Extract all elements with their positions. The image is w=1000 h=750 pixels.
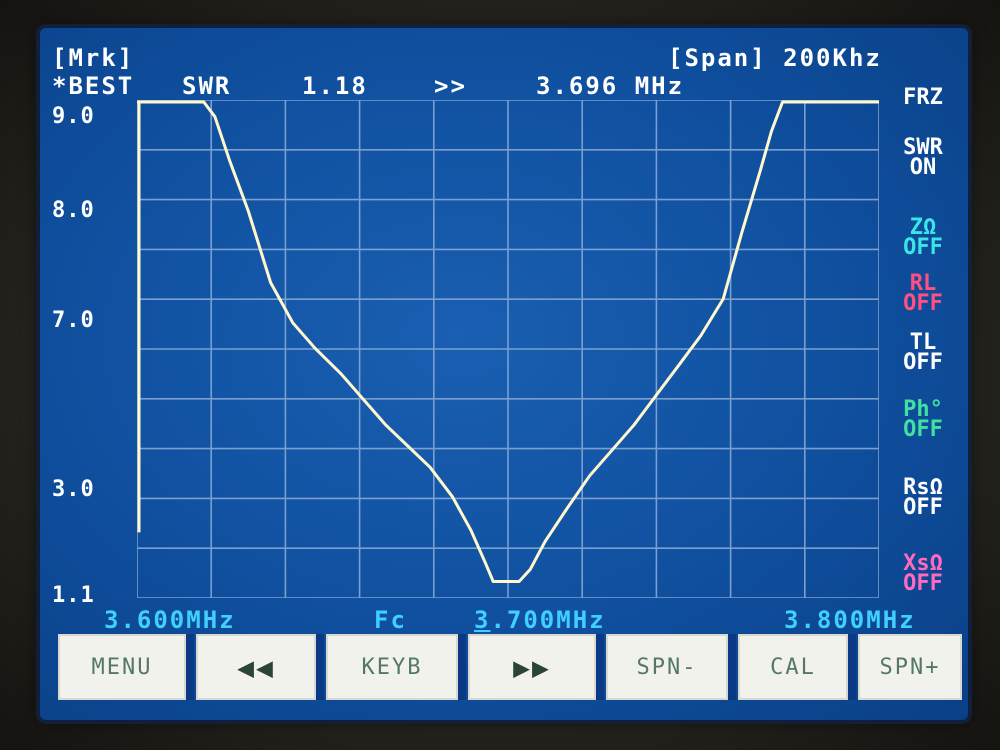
keyboard-button[interactable]: KEYB	[326, 634, 458, 700]
best-frequency: 3.696 MHz	[536, 72, 685, 100]
side-menu-item-state: ON	[909, 155, 937, 180]
side-menu-item-state: OFF	[903, 571, 943, 596]
best-swr-value: 1.18	[302, 72, 368, 100]
swr-plot	[137, 100, 879, 598]
key-separator	[458, 634, 466, 700]
swr-toggle[interactable]: SWR ON	[882, 137, 964, 180]
side-menu-item-label: FRZ	[903, 85, 943, 110]
y-tick-label: 7.0	[52, 308, 95, 333]
return-loss-toggle[interactable]: RL OFF	[882, 273, 964, 316]
transmission-loss-toggle[interactable]: TL OFF	[882, 332, 964, 375]
fc-label: Fc	[374, 606, 407, 634]
fast-rewind-button[interactable]: ◀◀	[196, 634, 316, 700]
side-menu-item-state: OFF	[903, 417, 943, 442]
y-tick-label: 3.0	[52, 477, 95, 502]
side-menu-item-state: OFF	[903, 291, 943, 316]
phase-toggle[interactable]: Ph° OFF	[882, 399, 964, 442]
arrows-indicator: >>	[434, 72, 467, 100]
key-separator	[316, 634, 324, 700]
center-frequency-rest: .700MHz	[490, 606, 606, 634]
metric-label: SWR	[182, 72, 232, 100]
softkey-bar: MENU ◀◀ KEYB ▶▶ SPN- CAL SPN+	[58, 634, 964, 700]
key-separator	[186, 634, 194, 700]
center-frequency[interactable]: 3.700MHz	[474, 606, 606, 634]
end-frequency: 3.800MHz	[784, 606, 916, 634]
reactance-toggle[interactable]: XsΩ OFF	[882, 553, 964, 596]
freeze-toggle[interactable]: FRZ	[882, 85, 964, 110]
side-menu-item-state: OFF	[903, 235, 943, 260]
span-decrease-button[interactable]: SPN-	[606, 634, 728, 700]
impedance-toggle[interactable]: ZΩ OFF	[882, 217, 964, 260]
span-increase-button[interactable]: SPN+	[858, 634, 962, 700]
side-menu-item-state: OFF	[903, 350, 943, 375]
key-separator	[848, 634, 856, 700]
menu-button[interactable]: MENU	[58, 634, 186, 700]
y-tick-label: 1.1	[52, 583, 95, 608]
start-frequency: 3.600MHz	[104, 606, 236, 634]
side-menu-item-state: OFF	[903, 495, 943, 520]
best-prefix: *BEST	[52, 72, 135, 100]
span-label[interactable]: [Span] 200Khz	[668, 44, 882, 72]
analyzer-screen: [Mrk] [Span] 200Khz *BEST SWR 1.18 >> 3.…	[40, 28, 968, 720]
resistance-toggle[interactable]: RsΩ OFF	[882, 477, 964, 520]
y-tick-label: 9.0	[52, 104, 95, 129]
marker-mode-label: [Mrk]	[52, 44, 135, 72]
calibrate-button[interactable]: CAL	[738, 634, 848, 700]
fast-forward-button[interactable]: ▶▶	[468, 634, 596, 700]
key-separator	[728, 634, 736, 700]
center-frequency-cursor-digit: 3	[474, 606, 491, 634]
y-tick-label: 8.0	[52, 198, 95, 223]
key-separator	[596, 634, 604, 700]
